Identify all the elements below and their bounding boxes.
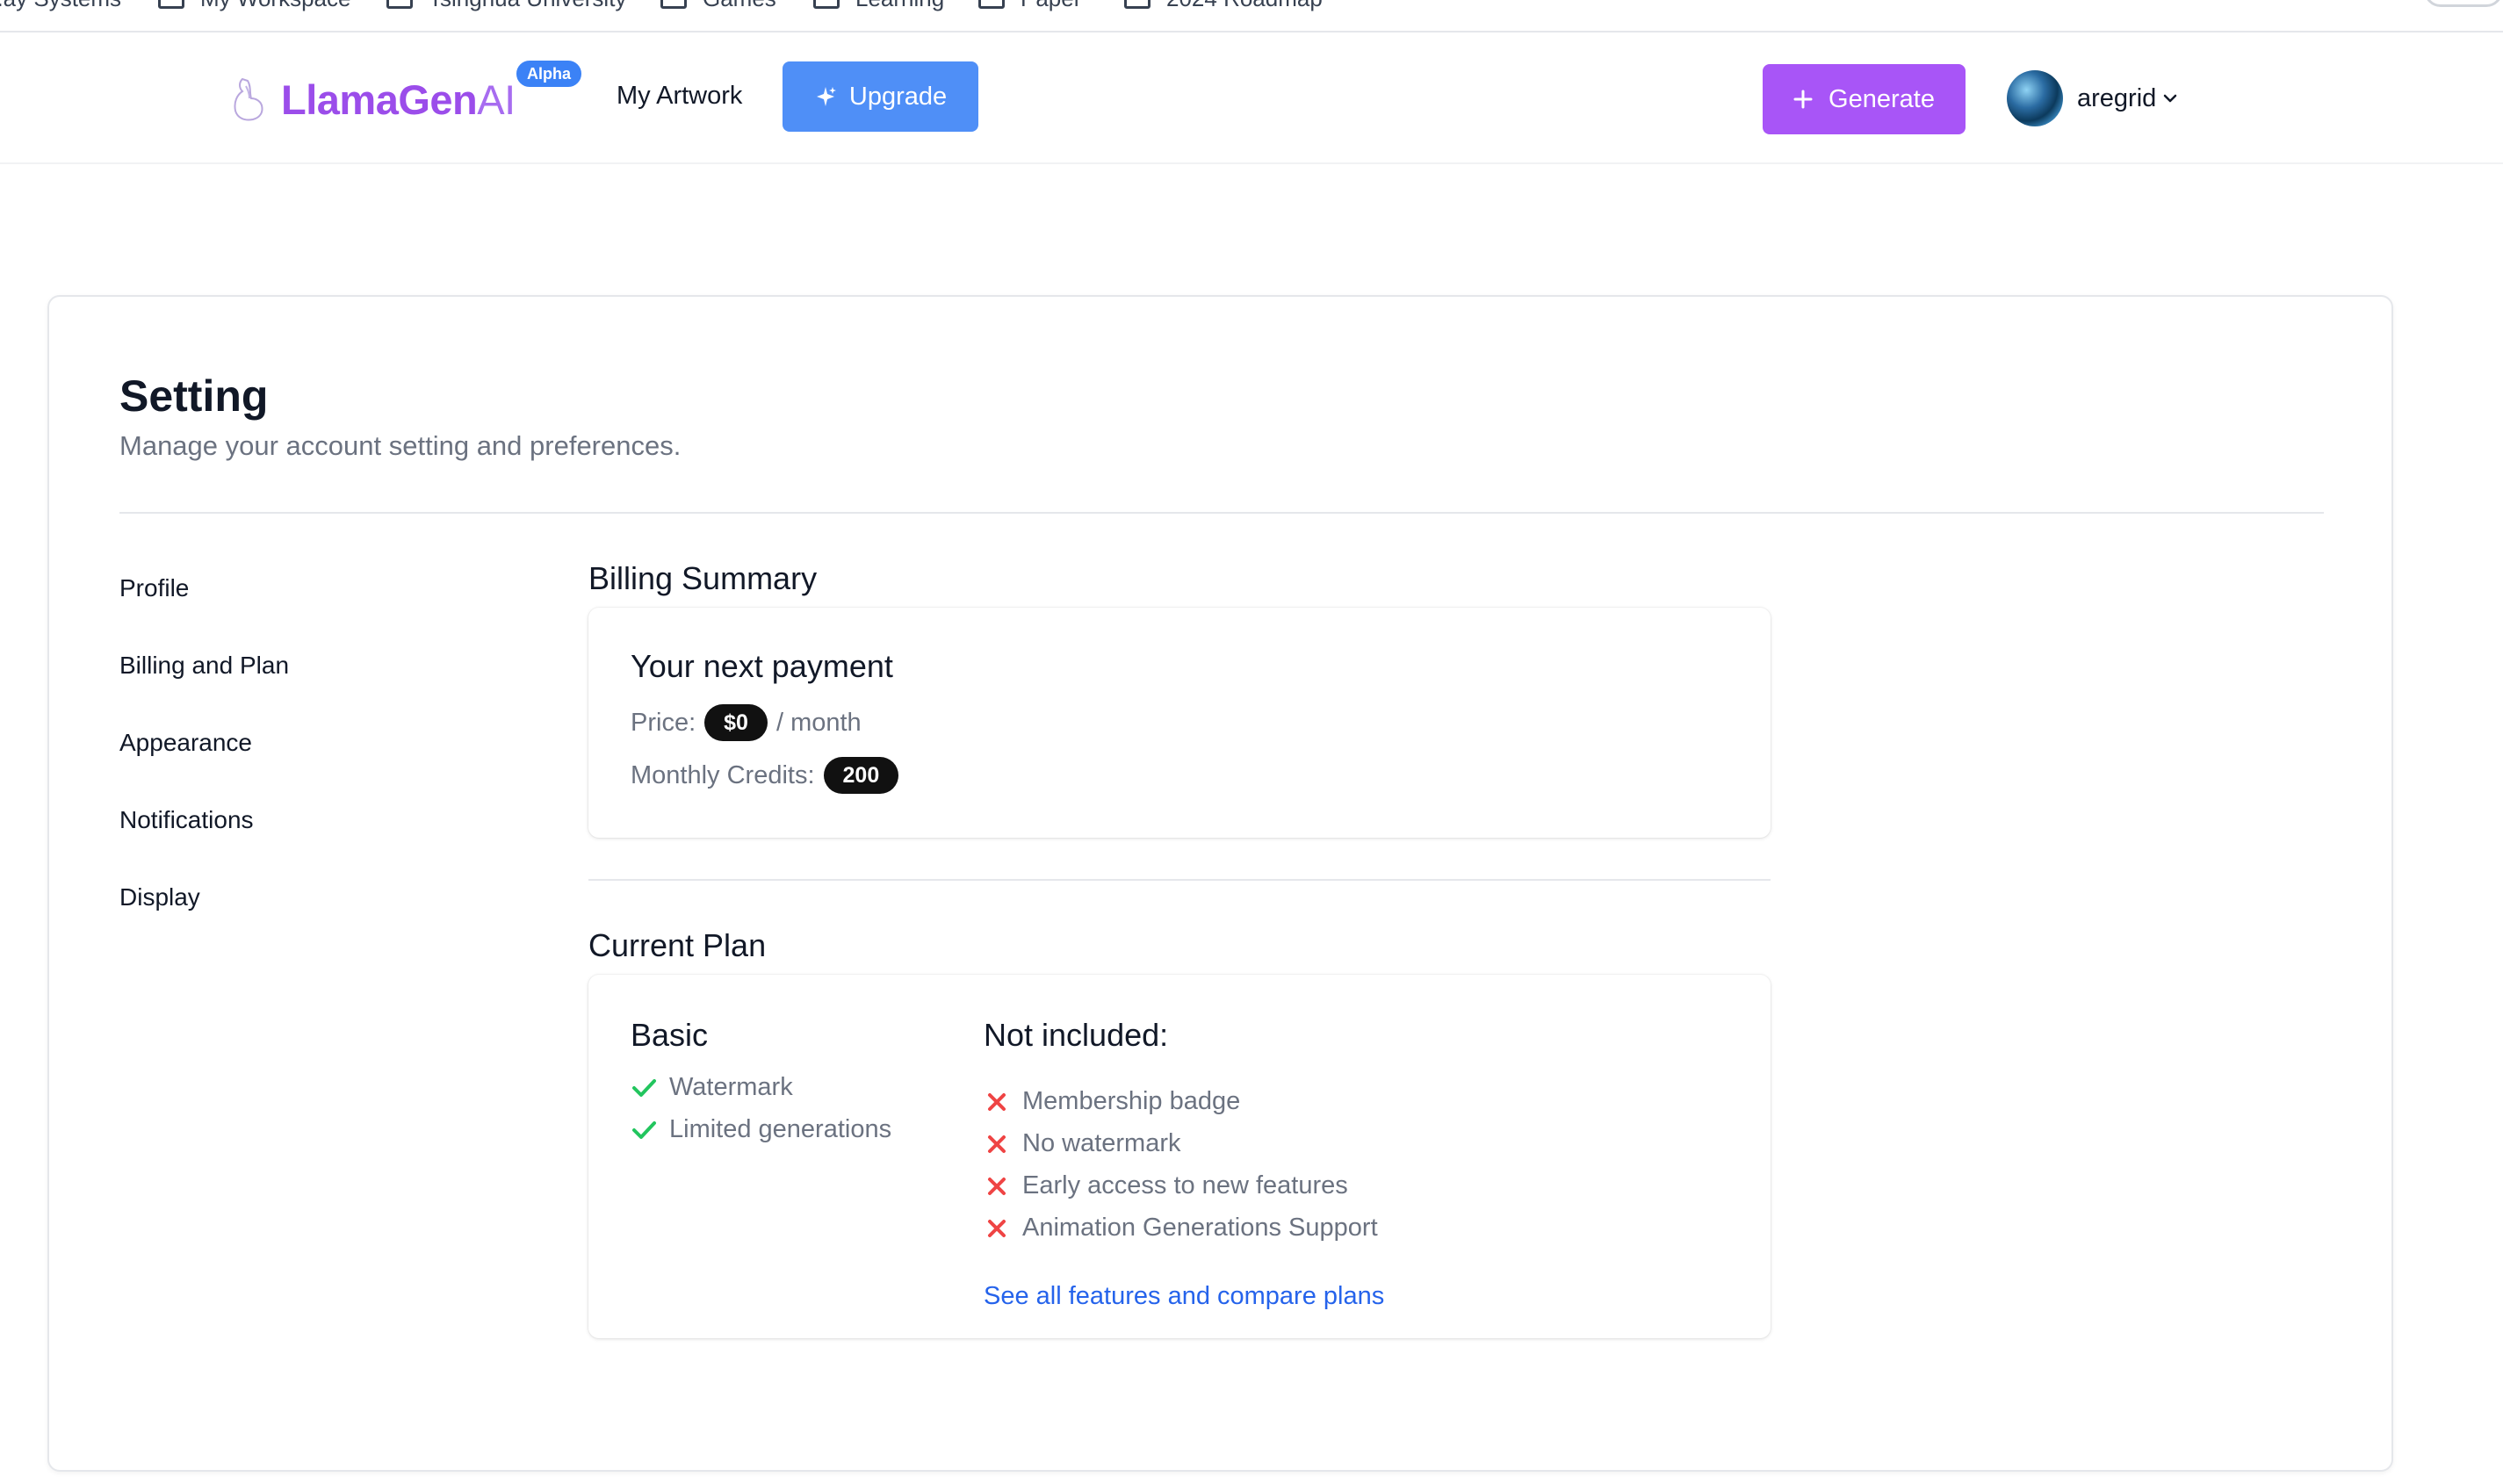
- plus-icon: [1793, 90, 1813, 109]
- nav-item-profile[interactable]: Profile: [119, 574, 189, 602]
- folder-icon: [1124, 0, 1151, 9]
- price-value: $0: [704, 704, 768, 741]
- upgrade-button[interactable]: Upgrade: [783, 61, 978, 132]
- folder-icon: [660, 0, 687, 9]
- bookmarks-bar: ...ay Systems My Workspace Tsinghua Univ…: [0, 0, 2503, 32]
- browser-control[interactable]: [2424, 0, 2503, 7]
- included-feature: Watermark: [631, 1073, 793, 1102]
- check-icon: [632, 1120, 656, 1139]
- billing-panel: Your next payment Price: $0 / month Mont…: [588, 608, 1771, 838]
- price-period: / month: [775, 708, 862, 737]
- plan-section-title: Current Plan: [588, 927, 767, 963]
- plan-panel: Basic Watermark Limited generations Not …: [588, 975, 1771, 1338]
- not-included-title: Not included:: [984, 1017, 1169, 1053]
- nav-item-billing[interactable]: Billing and Plan: [119, 652, 289, 680]
- cross-icon: [988, 1092, 1006, 1111]
- included-feature: Limited generations: [631, 1115, 891, 1144]
- price-row: Price: $0 / month: [631, 704, 862, 741]
- folder-icon: [978, 0, 1005, 9]
- price-label: Price:: [631, 708, 696, 737]
- compare-plans-link[interactable]: See all features and compare plans: [984, 1282, 1384, 1311]
- excluded-feature: Animation Generations Support: [984, 1214, 1378, 1243]
- user-menu[interactable]: aregrid: [2007, 69, 2179, 127]
- nav-item-display[interactable]: Display: [119, 883, 200, 911]
- divider: [119, 512, 2324, 514]
- cross-icon: [988, 1177, 1006, 1195]
- settings-card: Setting Manage your account setting and …: [47, 295, 2393, 1472]
- bookmark-tsinghua[interactable]: Tsinghua University: [386, 0, 626, 16]
- feature-label: Limited generations: [669, 1115, 892, 1143]
- logo-text: LlamaGenAI: [281, 76, 516, 124]
- credits-label: Monthly Credits:: [631, 760, 815, 789]
- excluded-feature: Early access to new features: [984, 1171, 1348, 1200]
- feature-label: Early access to new features: [1022, 1171, 1348, 1199]
- folder-icon: [158, 0, 184, 9]
- llama-logo-icon: [234, 77, 263, 121]
- bookmark-label: My Workspace: [200, 0, 350, 12]
- nav-item-appearance[interactable]: Appearance: [119, 729, 252, 757]
- bookmark-label: Tsinghua University: [429, 0, 626, 12]
- excluded-feature: No watermark: [984, 1129, 1181, 1158]
- logo-ai: AI: [477, 76, 516, 123]
- feature-label: Watermark: [669, 1073, 793, 1101]
- logo[interactable]: LlamaGenAI: [230, 68, 516, 131]
- username: aregrid: [2077, 83, 2157, 112]
- generate-label: Generate: [1829, 84, 1935, 113]
- cross-icon: [988, 1219, 1006, 1237]
- bookmark-paper[interactable]: Paper: [978, 0, 1081, 16]
- bookmark-roadmap[interactable]: 2024 Roadmap: [1124, 0, 1323, 16]
- plan-name: Basic: [631, 1017, 709, 1053]
- folder-icon: [386, 0, 413, 9]
- bookmark-label: 2024 Roadmap: [1166, 0, 1323, 12]
- logo-main: LlamaGen: [281, 76, 478, 123]
- bookmark-label: Games: [703, 0, 776, 12]
- alpha-badge: Alpha: [515, 59, 584, 89]
- sparkle-icon: [816, 87, 836, 106]
- upgrade-label: Upgrade: [848, 82, 948, 111]
- feature-label: No watermark: [1022, 1129, 1181, 1157]
- bookmark-learning[interactable]: Learning: [813, 0, 944, 16]
- page-title: Setting: [119, 371, 269, 421]
- nav-item-notifications[interactable]: Notifications: [119, 806, 254, 834]
- divider: [588, 879, 1771, 881]
- cross-icon: [988, 1135, 1006, 1153]
- bookmark-games[interactable]: Games: [660, 0, 776, 16]
- bookmark-systems[interactable]: ...ay Systems: [0, 0, 121, 16]
- folder-icon: [813, 0, 840, 9]
- nav-my-artwork[interactable]: My Artwork: [617, 82, 742, 111]
- next-payment-title: Your next payment: [631, 648, 893, 684]
- feature-label: Animation Generations Support: [1022, 1214, 1378, 1242]
- bookmark-label: ...ay Systems: [0, 0, 121, 12]
- feature-label: Membership badge: [1022, 1087, 1241, 1115]
- bookmark-label: Learning: [855, 0, 944, 12]
- chevron-down-icon: [2164, 94, 2177, 103]
- bookmark-my-workspace[interactable]: My Workspace: [158, 0, 350, 16]
- billing-section-title: Billing Summary: [588, 560, 818, 596]
- avatar: [2007, 70, 2063, 126]
- page-subtitle: Manage your account setting and preferen…: [119, 430, 682, 461]
- bookmark-label: Paper: [1021, 0, 1081, 12]
- excluded-feature: Membership badge: [984, 1087, 1240, 1116]
- top-header: LlamaGenAI Alpha My Artwork Upgrade Gene…: [0, 32, 2503, 164]
- credits-value: 200: [823, 757, 899, 794]
- credits-row: Monthly Credits: 200: [631, 757, 907, 794]
- check-icon: [632, 1078, 656, 1097]
- generate-button[interactable]: Generate: [1763, 64, 1966, 134]
